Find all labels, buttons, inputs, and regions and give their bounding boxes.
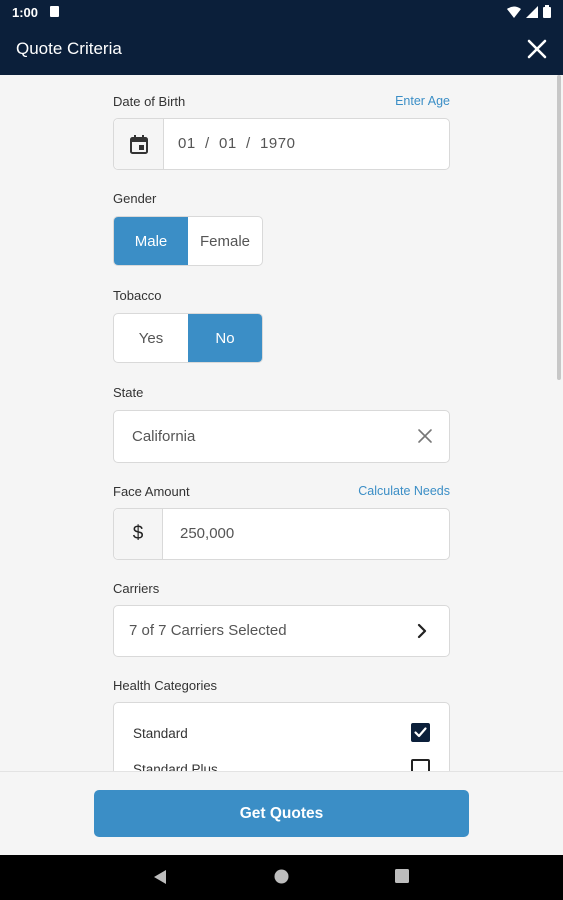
face-amount-field[interactable]: $ 250,000 — [113, 508, 450, 560]
dob-value: 01 / 01 / 1970 — [178, 135, 296, 152]
health-item-label: Standard — [133, 726, 188, 741]
calendar-icon — [130, 135, 148, 154]
status-time: 1:00 — [12, 5, 39, 20]
app-bar: Quote Criteria — [0, 24, 563, 75]
state-value: California — [132, 428, 196, 445]
system-icons — [507, 5, 551, 18]
battery-icon — [543, 5, 551, 18]
dob-label: Date of Birth — [113, 94, 186, 109]
signal-icon — [526, 5, 538, 18]
calculate-needs-link[interactable]: Calculate Needs — [358, 484, 450, 498]
page-title: Quote Criteria — [16, 39, 122, 58]
checkbox-checked-icon[interactable] — [411, 723, 430, 742]
chevron-right-icon — [417, 623, 427, 639]
calendar-button[interactable] — [114, 119, 164, 169]
recents-icon[interactable] — [395, 869, 409, 883]
health-item-label: Standard Plus — [133, 762, 218, 771]
get-quotes-button[interactable]: Get Quotes — [94, 790, 469, 837]
clear-icon[interactable] — [417, 428, 433, 444]
carriers-value: 7 of 7 Carriers Selected — [129, 622, 287, 639]
form-scroll-area[interactable]: Date of Birth Enter Age 01 / 01 / 1970 G… — [0, 75, 563, 771]
dob-field[interactable]: 01 / 01 / 1970 — [113, 118, 450, 170]
face-amount-value: 250,000 — [180, 525, 235, 542]
back-icon[interactable] — [153, 869, 167, 885]
status-bar: 1:00 — [0, 0, 563, 24]
gender-male-option[interactable]: Male — [114, 217, 188, 265]
health-categories-label: Health Categories — [113, 678, 218, 693]
state-select[interactable]: California — [113, 410, 450, 463]
system-nav-bar — [0, 855, 563, 900]
tobacco-yes-option[interactable]: Yes — [114, 314, 188, 362]
checkbox-unchecked-icon[interactable] — [411, 759, 430, 771]
health-item-standard-plus[interactable]: Standard Plus — [133, 759, 430, 771]
home-icon[interactable] — [274, 869, 289, 884]
tobacco-label: Tobacco — [113, 288, 162, 303]
enter-age-link[interactable]: Enter Age — [395, 94, 450, 108]
gender-female-option[interactable]: Female — [188, 217, 262, 265]
health-item-standard[interactable]: Standard — [133, 723, 430, 745]
state-label: State — [113, 385, 144, 400]
health-categories-list: Standard Standard Plus — [113, 702, 450, 771]
gender-label: Gender — [113, 191, 157, 206]
close-icon[interactable] — [525, 37, 549, 61]
tobacco-no-option[interactable]: No — [188, 314, 262, 362]
carriers-label: Carriers — [113, 581, 160, 596]
scrollbar[interactable] — [557, 75, 561, 380]
footer: Get Quotes — [0, 771, 563, 855]
face-amount-label: Face Amount — [113, 484, 190, 499]
tobacco-toggle: Yes No — [113, 313, 263, 363]
carriers-selector[interactable]: 7 of 7 Carriers Selected — [113, 605, 450, 657]
gender-toggle: Male Female — [113, 216, 263, 266]
wifi-icon — [507, 6, 521, 18]
sd-card-icon — [50, 6, 59, 17]
currency-prefix: $ — [114, 509, 163, 559]
